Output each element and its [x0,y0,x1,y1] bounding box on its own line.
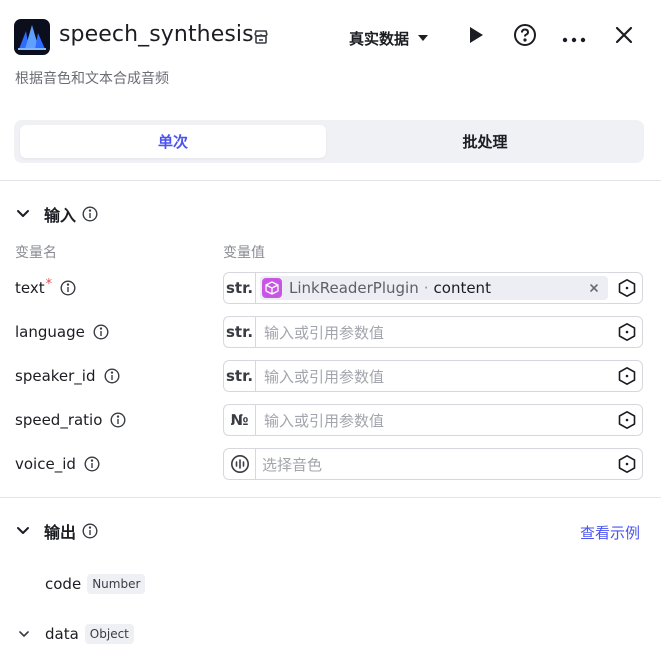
chevron-down-icon[interactable] [14,205,32,223]
output-name: data [45,625,79,643]
column-header-name: 变量名 [15,245,57,261]
param-name: voice_id [15,455,76,473]
info-icon[interactable] [110,412,126,428]
reference-chip[interactable]: LinkReaderPlugin · content [260,276,608,300]
run-button[interactable] [463,24,489,50]
clear-reference-icon[interactable] [586,280,602,296]
close-button[interactable] [611,24,637,50]
param-label-voice-id: voice_id [15,448,100,480]
node-description: 根据音色和文本合成音频 [15,71,169,87]
param-field-speed-ratio[interactable]: № 输入或引用参数值 [223,404,643,436]
input-section-header: 输入 [14,202,98,226]
help-circle-icon [513,23,537,51]
param-label-speed-ratio: speed_ratio [15,404,126,436]
chevron-down-icon[interactable] [17,625,31,643]
variable-reference-icon[interactable] [616,278,638,298]
close-icon [615,26,633,48]
type-prefix: str. [224,273,256,303]
chevron-down-icon[interactable] [14,522,32,540]
variable-reference-icon[interactable] [616,366,638,386]
param-label-speaker-id: speaker_id [15,360,120,392]
output-section-title: 输出 [44,523,77,542]
param-field-language[interactable]: str. 输入或引用参数值 [223,316,643,348]
node-header: speech_synthesis 真实数据 根据音色和文本合成音频 [0,0,661,100]
output-section-header: 输出 [14,519,98,543]
store-icon[interactable] [252,28,270,46]
app-logo-icon [14,19,50,55]
param-label-language: language [15,316,109,348]
info-icon[interactable] [82,523,98,539]
param-name: text [15,279,45,297]
run-mode-tabs: 单次 批处理 [14,120,644,163]
param-name: language [15,323,85,341]
reference-separator: · [423,279,429,297]
caret-down-icon [417,29,429,47]
param-field-speaker-id[interactable]: str. 输入或引用参数值 [223,360,643,392]
reference-source: LinkReaderPlugin [289,279,419,297]
tab-single[interactable]: 单次 [20,125,326,158]
reference-field: content [433,279,491,297]
data-mode-label: 真实数据 [349,29,410,48]
param-input-placeholder[interactable]: 输入或引用参数值 [264,361,384,391]
param-input-placeholder[interactable]: 输入或引用参数值 [264,405,384,435]
output-item-code: code Number [45,572,146,596]
type-tag: Object [84,624,134,644]
voice-icon [224,449,256,479]
type-prefix: № [224,405,256,435]
info-icon[interactable] [93,324,109,340]
view-example-link[interactable]: 查看示例 [580,522,640,543]
input-section-title: 输入 [44,206,77,225]
variable-reference-icon[interactable] [616,454,638,474]
type-tag: Number [87,574,146,594]
param-name: speaker_id [15,367,96,385]
output-name: code [45,575,82,593]
variable-reference-icon[interactable] [616,322,638,342]
output-item-data: data Object [17,622,134,646]
param-input-placeholder[interactable]: 输入或引用参数值 [264,317,384,347]
divider [0,497,661,498]
param-field-voice-id[interactable]: 选择音色 [223,448,643,480]
param-name: speed_ratio [15,411,103,429]
info-icon[interactable] [103,368,120,384]
more-horizontal-icon [562,28,586,47]
plugin-cube-icon [262,278,282,298]
node-title: speech_synthesis [59,22,254,47]
info-icon[interactable] [60,280,76,296]
variable-reference-icon[interactable] [616,410,638,430]
divider [0,180,661,181]
param-label-text: text * [15,272,76,304]
more-button[interactable] [561,24,587,50]
play-icon [468,26,484,48]
data-mode-select[interactable]: 真实数据 [349,26,429,50]
info-icon[interactable] [84,456,100,472]
help-button[interactable] [512,24,538,50]
param-field-text[interactable]: str. LinkReaderPlugin · content [223,272,643,304]
info-icon[interactable] [82,206,98,222]
tab-batch[interactable]: 批处理 [332,125,638,158]
required-mark: * [45,276,53,292]
voice-select-placeholder[interactable]: 选择音色 [262,449,322,479]
type-prefix: str. [224,361,256,391]
column-header-value: 变量值 [223,245,265,261]
type-prefix: str. [224,317,256,347]
